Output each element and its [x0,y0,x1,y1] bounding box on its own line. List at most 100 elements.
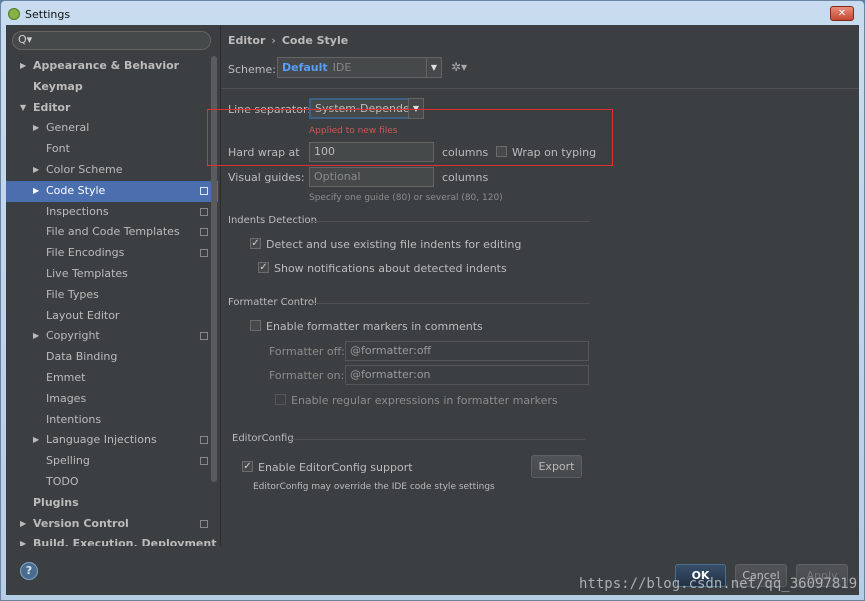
sidebar-item-file-encodings[interactable]: File Encodings [6,243,218,264]
project-scope-icon [200,436,208,445]
watermark: https://blog.csdn.net/qq_36097819 [579,576,858,592]
formatter-off-input[interactable]: @formatter:off [345,341,589,361]
sidebar-item-label: Version Control [33,516,129,530]
project-scope-icon [200,519,208,528]
scheme-select[interactable]: Default IDE ▼ [277,57,442,78]
window-title: Settings [25,8,71,21]
sidebar-item-live-templates[interactable]: Live Templates [6,264,218,285]
project-scope-icon [200,332,208,341]
formatter-markers-checkbox[interactable] [250,320,261,331]
sidebar-item-copyright[interactable]: ▶ Copyright [6,326,218,347]
settings-window: Settings ✕ Q▾ ▶ Appearance & Behavior Keym… [0,0,865,601]
sidebar-item-label: Language Injections [46,433,157,447]
gear-icon[interactable]: ✲▾ [451,60,467,74]
sidebar-item-inspections[interactable]: Inspections [6,202,218,223]
sidebar-item-emmet[interactable]: Emmet [6,368,218,389]
detect-indents-checkbox[interactable]: ✓ [250,238,261,249]
sidebar-item-label: File Encodings [46,246,125,260]
sidebar-item-label: Copyright [46,329,100,343]
sidebar-item-label: Appearance & Behavior [33,59,180,72]
chevron-down-icon[interactable]: ▼ [20,98,26,119]
title-bar: Settings ✕ [1,1,864,27]
breadcrumb-editor: Editor [228,34,266,47]
settings-tree: ▶ Appearance & Behavior Keymap ▼ Editor ▶ Gene… [6,56,218,546]
chevron-right-icon[interactable]: ▶ [33,118,39,139]
sidebar-item-intentions[interactable]: Intentions [6,410,218,431]
visual-guides-label: Visual guides: [228,171,305,184]
sidebar-item-label: Color Scheme [46,162,123,176]
sidebar-item-general[interactable]: ▶ General [6,118,218,139]
chevron-right-icon[interactable]: ▶ [33,181,39,202]
annotation-highlight [207,109,613,166]
regex-markers-label[interactable]: Enable regular expressions in formatter … [291,394,558,407]
help-icon[interactable]: ? [20,562,38,580]
sidebar-item-color-scheme[interactable]: ▶ Color Scheme [6,160,218,181]
formatter-off-label: Formatter off: [269,345,345,358]
project-scope-icon [200,457,208,466]
editorconfig-note: EditorConfig may override the IDE code s… [253,482,495,492]
sidebar-item-code-style[interactable]: ▶ Code Style [6,180,218,202]
sidebar-item-version-control[interactable]: ▶ Version Control [6,514,218,535]
project-scope-icon [200,186,208,195]
header-divider [221,88,859,89]
sidebar-item-label: Inspections [46,204,109,218]
project-scope-icon [200,249,208,258]
search-input[interactable]: Q▾ [12,31,211,50]
sidebar-item-label: General [46,121,90,135]
chevron-right-icon[interactable]: ▶ [20,534,26,546]
sidebar-item-data-binding[interactable]: Data Binding [6,347,218,368]
close-button[interactable]: ✕ [830,6,854,21]
chevron-down-icon[interactable]: ▼ [426,57,442,78]
editorconfig-label[interactable]: Enable EditorConfig support [258,461,413,474]
sidebar-item-label: Spelling [46,454,90,468]
show-notifications-label[interactable]: Show notifications about detected indent… [274,262,507,275]
sidebar-item-label: Intentions [46,412,102,426]
sidebar-item-label: Data Binding [46,350,118,364]
show-notifications-checkbox[interactable]: ✓ [258,262,269,273]
group-line [292,439,585,440]
formatter-markers-label[interactable]: Enable formatter markers in comments [266,320,483,333]
sidebar-item-plugins[interactable]: Plugins [6,493,218,514]
code-style-panel: Editor › Code Style Scheme: Default IDE ▼ ✲… [221,25,859,546]
sidebar-item-font[interactable]: Font [6,139,218,160]
visual-guides-unit: columns [442,171,489,184]
chevron-right-icon[interactable]: ▶ [33,430,39,451]
chevron-right-icon[interactable]: ▶ [33,326,39,347]
formatter-on-input[interactable]: @formatter:on [345,365,589,385]
scheme-suffix: IDE [332,61,352,74]
sidebar-item-build-execution-deployment[interactable]: ▶ Build, Execution, Deployment [6,534,218,546]
sidebar-item-label: File and Code Templates [46,225,180,239]
sidebar-item-label: Emmet [46,370,86,384]
formatter-on-label: Formatter on: [269,369,345,382]
sidebar-item-file-and-code-templates[interactable]: File and Code Templates [6,222,218,243]
search-icon: Q▾ [18,33,33,46]
sidebar-item-images[interactable]: Images [6,389,218,410]
export-button[interactable]: Export [531,455,582,478]
sidebar-item-editor[interactable]: ▼ Editor [6,98,218,119]
sidebar-item-todo[interactable]: TODO [6,472,218,493]
sidebar-item-file-types[interactable]: File Types [6,285,218,306]
sidebar-item-appearance-behavior[interactable]: ▶ Appearance & Behavior [6,56,218,77]
indents-detection-title: Indents Detection [228,215,318,226]
android-studio-icon [8,8,20,20]
chevron-right-icon[interactable]: ▶ [20,56,26,77]
sidebar-item-language-injections[interactable]: ▶ Language Injections [6,430,218,451]
sidebar-item-layout-editor[interactable]: Layout Editor [6,306,218,327]
sidebar-item-label: TODO [46,474,79,488]
project-scope-icon [200,228,208,237]
sidebar-item-spelling[interactable]: Spelling [6,451,218,472]
breadcrumb-code-style: Code Style [281,34,349,47]
sidebar-item-label: Editor [33,100,71,114]
chevron-right-icon[interactable]: ▶ [33,160,39,181]
sidebar-item-label: Plugins [33,495,79,509]
editorconfig-title: EditorConfig [232,433,294,444]
group-line [310,303,589,304]
editorconfig-checkbox[interactable]: ✓ [242,461,253,472]
sidebar-item-keymap[interactable]: Keymap [6,77,218,98]
regex-markers-checkbox[interactable] [275,394,286,405]
chevron-right-icon[interactable]: ▶ [20,514,26,535]
visual-guides-input[interactable]: Optional [309,167,434,187]
detect-indents-label[interactable]: Detect and use existing file indents for… [266,238,521,251]
sidebar-item-label: Code Style [46,183,106,197]
formatter-control-title: Formatter Control [228,297,317,308]
